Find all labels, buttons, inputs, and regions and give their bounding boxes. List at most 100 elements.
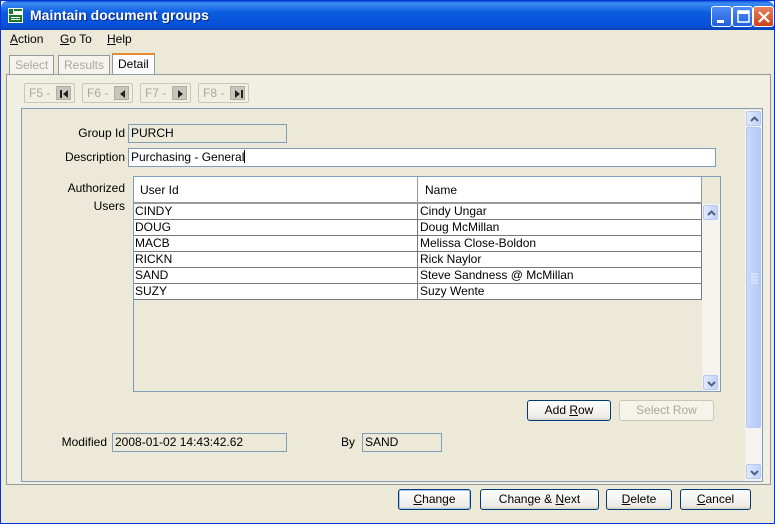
user-id-cell[interactable]: CINDY [134,204,418,219]
last-record-button[interactable]: F8 - [198,83,249,103]
table-row[interactable]: MACB Melissa Close-Boldon [134,236,702,252]
description-value: Purchasing - General [131,150,245,164]
close-icon [758,11,770,23]
delete-post: elete [630,492,657,506]
change-next-pre: Change & [498,492,556,506]
user-id-cell[interactable]: SAND [134,268,418,283]
minimize-icon [717,20,724,23]
previous-record-icon [114,86,129,100]
name-cell[interactable]: Steve Sandness @ McMillan [419,268,702,283]
form-scroll-up-button[interactable] [746,111,761,126]
delete-button[interactable]: Delete [606,489,672,510]
table-scroll-down-button[interactable] [703,375,718,390]
form-scrollbar[interactable] [745,110,762,481]
main-window: Maintain document groups Action Go To He… [0,0,775,524]
authorized-label: Authorized [67,181,125,195]
table-row[interactable]: DOUG Doug McMillan [134,220,702,236]
window-title: Maintain document groups [30,7,209,23]
detail-form: Group Id PURCH Description Purchasing - … [21,108,763,482]
modified-by-field: SAND [362,433,442,452]
maximize-button[interactable] [732,6,753,27]
next-record-icon [172,86,187,100]
change-post: hange [422,492,456,506]
detail-panel: F5 - F6 - F7 - F8 - Group Id PURCH Descr… [6,74,771,485]
menu-help-post: elp [115,32,132,46]
menu-help-key: H [107,32,116,46]
user-id-cell[interactable]: MACB [134,236,418,251]
menu-action-key: A [10,32,19,46]
tab-results[interactable]: Results [58,55,111,74]
app-icon [8,8,23,23]
add-row-post: ow [578,403,594,417]
authorized-users-table[interactable]: User Id Name CINDY Cindy Ungar DOUG Doug… [133,176,721,392]
table-header: User Id Name [134,177,702,204]
table-row[interactable]: CINDY Cindy Ungar [134,204,702,220]
column-header-user-id[interactable]: User Id [134,177,418,202]
cancel-button[interactable]: Cancel [680,489,751,510]
menu-help[interactable]: Help [107,32,132,46]
table-row[interactable]: SAND Steve Sandness @ McMillan [134,268,702,284]
user-id-cell[interactable]: DOUG [134,220,418,235]
change-key: C [413,492,423,506]
change-next-key: N [555,492,565,506]
next-record-button[interactable]: F7 - [140,83,191,103]
chevron-down-icon [750,470,759,476]
chevron-up-icon [750,116,759,122]
modified-label: Modified [61,435,107,449]
menu-action-post: ction [18,32,44,46]
name-cell[interactable]: Melissa Close-Boldon [419,236,702,251]
description-field[interactable]: Purchasing - General [128,148,716,167]
menu-go-to-key: G [60,32,70,46]
title-bar[interactable]: Maintain document groups [1,1,774,30]
close-button[interactable] [753,6,774,27]
name-cell[interactable]: Cindy Ungar [419,204,702,219]
form-scroll-thumb[interactable] [746,127,761,428]
add-row-pre: Add [544,403,570,417]
column-header-name[interactable]: Name [419,177,702,202]
minimize-button[interactable] [711,6,732,27]
menu-action[interactable]: Action [10,32,43,46]
change-and-next-button[interactable]: Change & Next [480,489,599,510]
menu-go-to[interactable]: Go To [60,32,92,46]
change-next-post: ext [564,492,581,506]
cancel-post: ancel [705,492,735,506]
add-row-key: R [569,403,578,417]
previous-record-button[interactable]: F6 - [82,83,133,103]
next-record-label: F7 - [145,86,167,100]
table-scroll-up-button[interactable] [703,205,718,220]
description-label: Description [64,150,125,164]
first-record-label: F5 - [29,86,51,100]
add-row-button[interactable]: Add Row [527,400,611,421]
menu-go-to-post: o To [69,32,92,46]
name-cell[interactable]: Suzy Wente [419,284,702,299]
previous-record-label: F6 - [87,86,109,100]
chevron-down-icon [707,381,716,387]
tab-strip: Select Results Detail [6,53,769,75]
last-record-icon [230,86,245,100]
maximize-icon [737,10,750,23]
chevron-up-icon [707,210,716,216]
last-record-label: F8 - [203,86,225,100]
form-scroll-down-button[interactable] [746,464,761,479]
user-id-cell[interactable]: RICKN [134,252,418,267]
tab-select[interactable]: Select [9,55,55,74]
name-cell[interactable]: Doug McMillan [419,220,702,235]
modified-field: 2008-01-02 14:43:42.62 [112,433,287,452]
table-scrollbar[interactable] [702,204,720,391]
users-label: Users [93,199,125,213]
by-label: By [340,435,355,449]
user-id-cell[interactable]: SUZY [134,284,418,299]
grip-icon [751,273,758,284]
group-id-field[interactable]: PURCH [128,124,287,143]
table-row[interactable]: RICKN Rick Naylor [134,252,702,268]
select-row-button[interactable]: Select Row [619,400,714,421]
delete-key: D [621,492,631,506]
name-cell[interactable]: Rick Naylor [419,252,702,267]
first-record-icon [56,86,71,100]
text-caret [244,150,246,163]
first-record-button[interactable]: F5 - [24,83,75,103]
change-button[interactable]: Change [398,489,471,510]
group-id-label: Group Id [78,126,125,140]
tab-detail[interactable]: Detail [112,53,155,75]
table-row[interactable]: SUZY Suzy Wente [134,284,702,300]
